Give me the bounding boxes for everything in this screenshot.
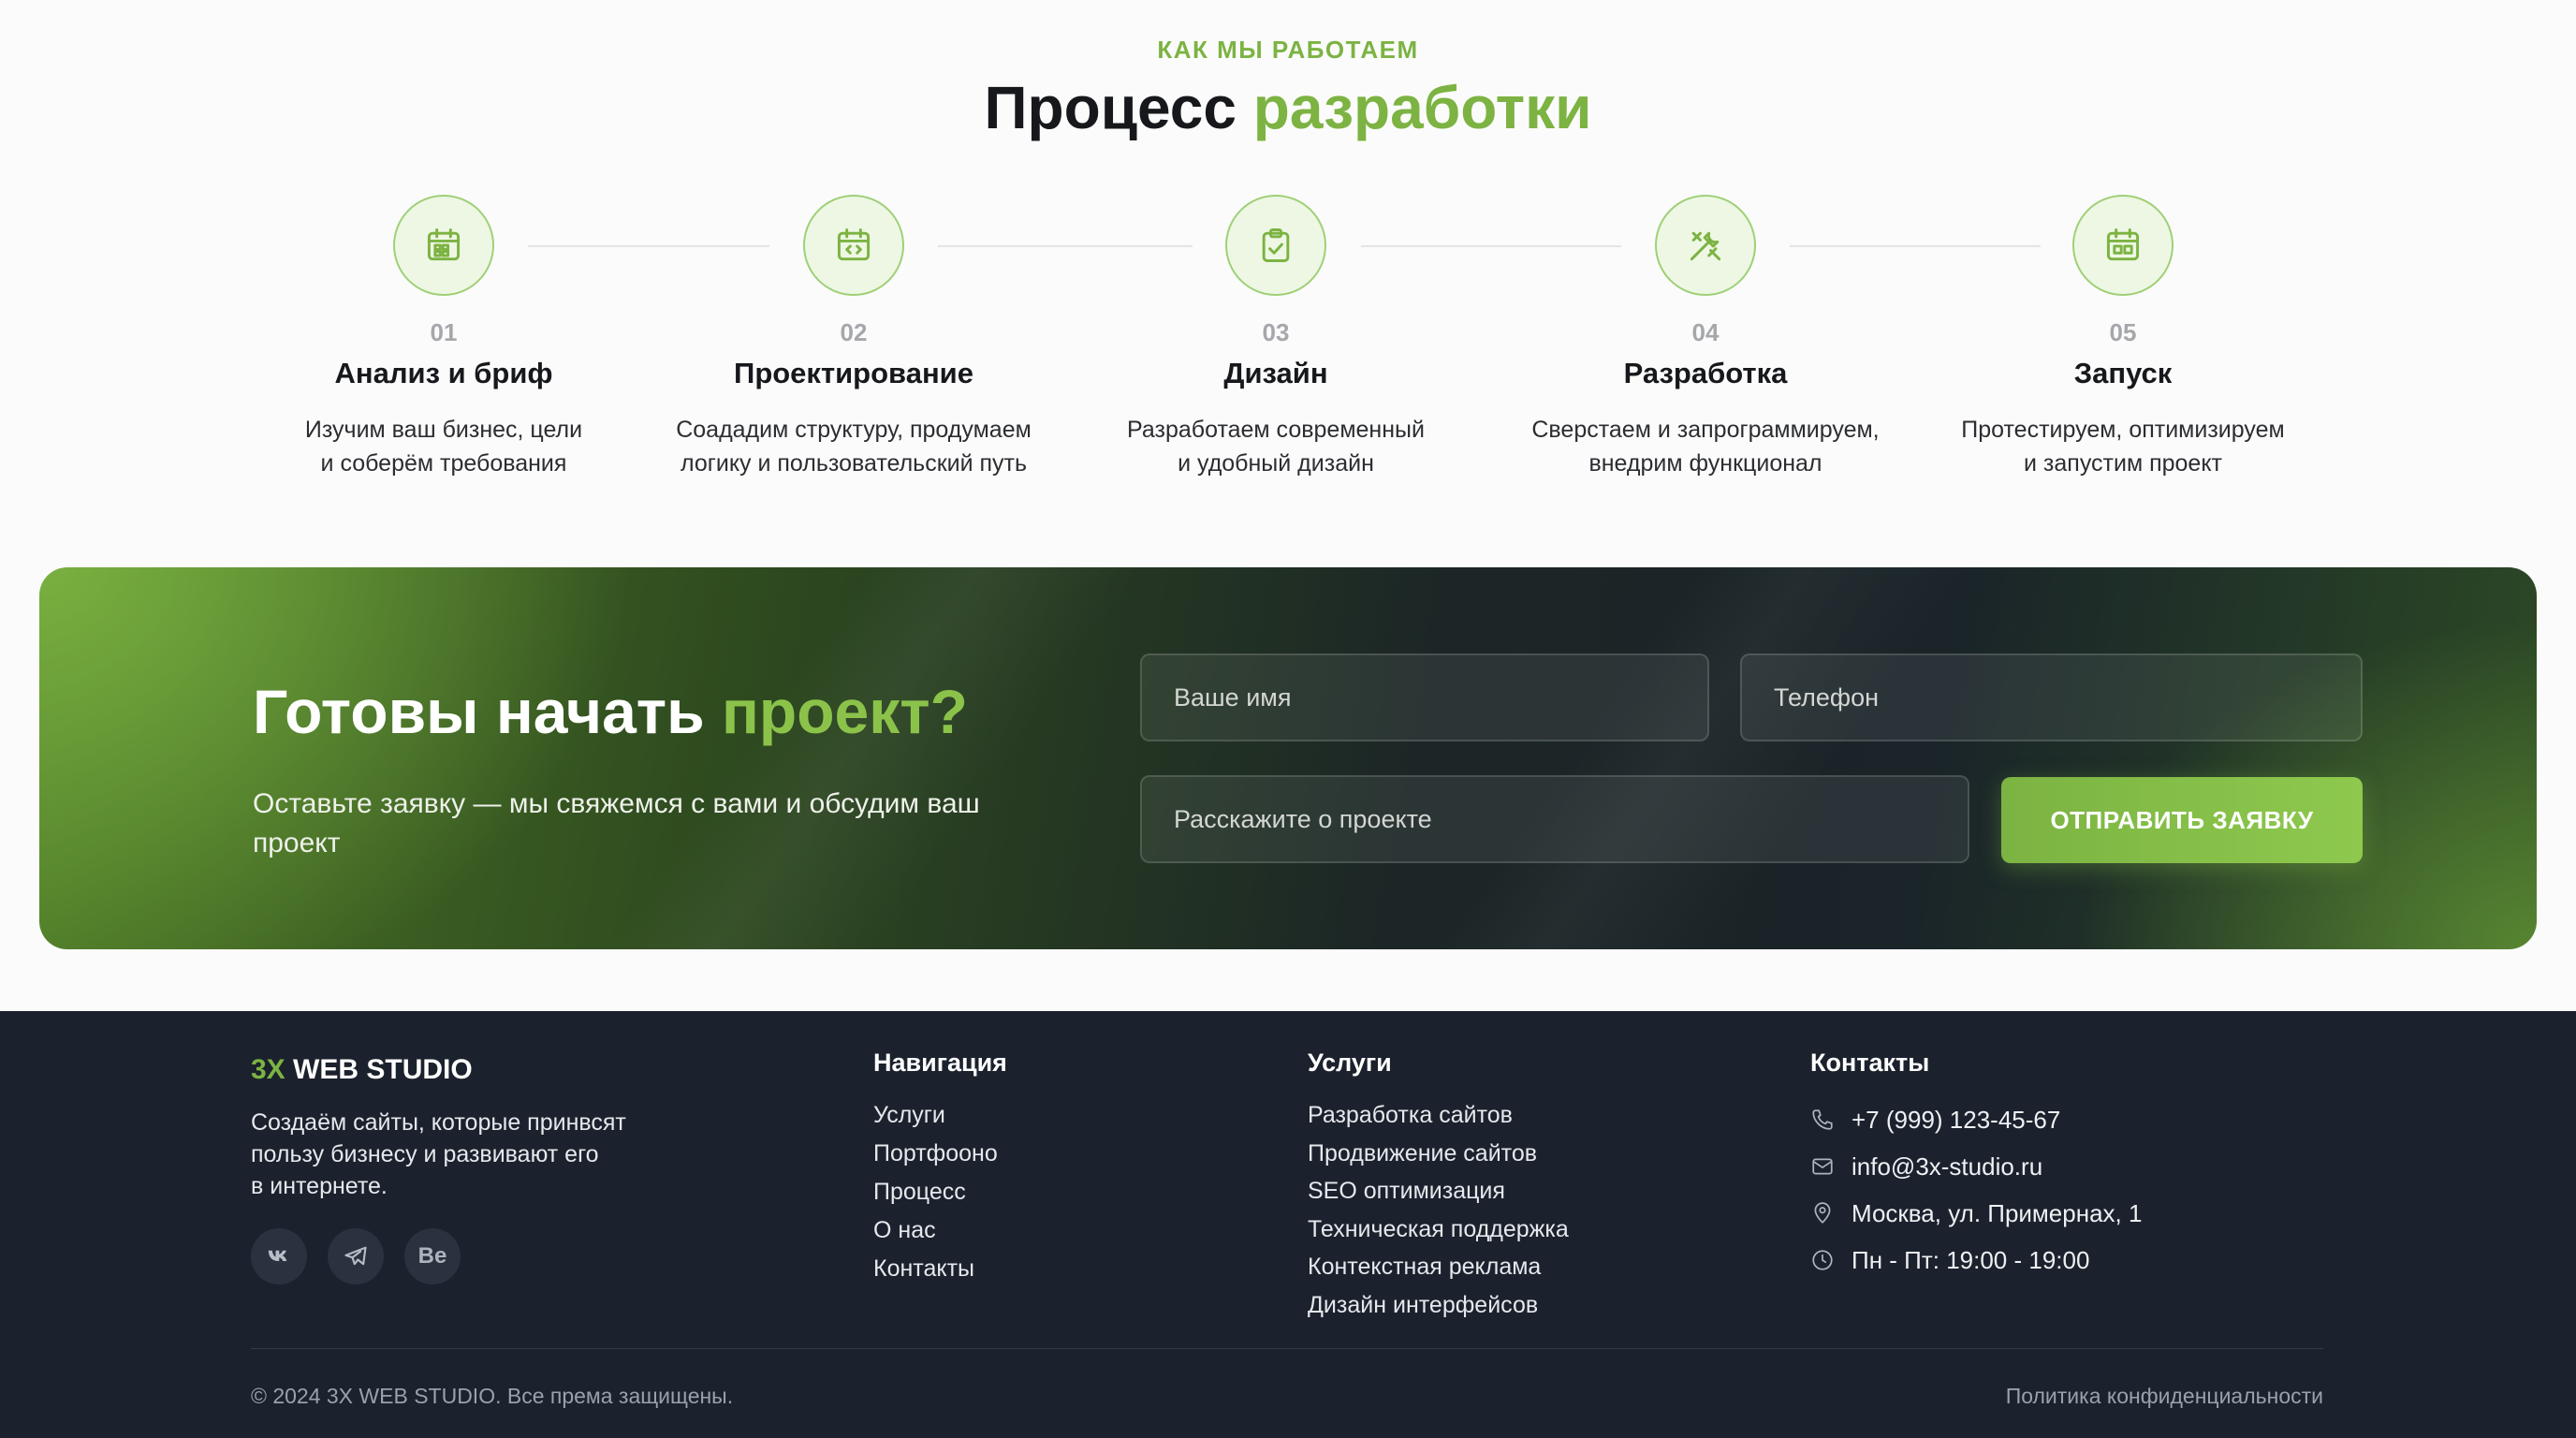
step-title: Разработка — [1623, 357, 1788, 389]
calendar-grid-icon — [427, 228, 461, 261]
cta-title: Готовы начать проект? — [253, 676, 968, 747]
logo-accent: 3X — [251, 1054, 285, 1085]
step-icon-circle — [1655, 195, 1756, 296]
contact-phone[interactable]: +7 (999) 123-45-67 — [1810, 1096, 2142, 1143]
footer-logo[interactable]: 3X WEB STUDIO — [251, 1054, 473, 1086]
footer-services-title: Услуги — [1308, 1049, 1392, 1077]
step-description: Сверстаем и запрограммируем, внедрим фун… — [1531, 417, 1880, 477]
phone-input[interactable]: Телефон — [1740, 653, 2363, 741]
behance-icon[interactable]: Be — [404, 1228, 461, 1284]
phone-placeholder: Телефон — [1774, 682, 1880, 712]
submit-button[interactable]: ОТПРАВИТЬ ЗАЯВКУ — [2001, 777, 2363, 863]
calendar-launch-icon — [2106, 228, 2140, 261]
mail-icon — [1812, 1158, 1833, 1175]
footer-nav-link[interactable]: О нас — [873, 1211, 1007, 1250]
name-placeholder: Ваше имя — [1174, 682, 1292, 712]
logo-text: WEB STUDIO — [293, 1054, 473, 1085]
step-icon-circle — [393, 195, 494, 296]
footer-contacts: Контакты +7 (999) 123-45-67 info@3x-stud… — [1810, 1049, 2142, 1284]
step-title: Запуск — [2073, 357, 2173, 389]
contact-hours: Пн - Пт: 19:00 - 19:00 — [1810, 1237, 2142, 1284]
contact-address: Москва, ул. Примернах, 1 — [1810, 1190, 2142, 1237]
address-text: Москва, ул. Примернах, 1 — [1852, 1198, 2143, 1227]
vk-icon[interactable] — [251, 1228, 307, 1284]
name-input[interactable]: Ваше имя — [1140, 653, 1709, 741]
footer-nav-link[interactable]: Процесс — [873, 1173, 1007, 1211]
step-icon-circle — [2072, 195, 2174, 296]
calendar-code-icon — [837, 228, 871, 261]
footer-contacts-title: Контакты — [1810, 1049, 1930, 1077]
cta-subtitle: Оставьте заявку — мы свяжемся с вами и о… — [253, 788, 980, 858]
telegram-icon[interactable] — [328, 1228, 384, 1284]
step-icon-circle — [803, 195, 904, 296]
footer-about: Создаём сайты, которые принвсят пользу б… — [251, 1109, 626, 1199]
heading-main: Процесс — [984, 74, 1237, 141]
behance-label: Be — [417, 1243, 447, 1269]
process-step-5: 05 Запуск Протестируем, оптимизируем и з… — [1917, 195, 2329, 480]
process-step-3: 03 Дизайн Разработаем современный и удоб… — [1070, 195, 1482, 480]
clock-icon — [1812, 1250, 1833, 1270]
step-title: Проектирование — [734, 357, 973, 389]
step-title: Анализ и бриф — [334, 357, 553, 389]
step-title: Дизайн — [1223, 357, 1328, 389]
process-step-2: 02 Проектирование Соададим структуру, пр… — [648, 195, 1060, 480]
banner-decoration — [39, 567, 2537, 949]
phone-text: +7 (999) 123-45-67 — [1852, 1105, 2061, 1134]
message-input[interactable]: Расскажите о проекте — [1140, 775, 1969, 863]
hours-text: Пн - Пт: 19:00 - 19:00 — [1852, 1245, 2090, 1274]
process-step-4: 04 Разработка Сверстаем и запрограммируе… — [1500, 195, 1911, 480]
step-number: 01 — [430, 318, 458, 346]
site-footer: 3X WEB STUDIO Создаём сайты, которые при… — [0, 1011, 2576, 1438]
message-placeholder: Расскажите о проекте — [1174, 804, 1432, 833]
step-description: Разработаем современный и удобный дизайн — [1127, 417, 1425, 477]
email-text: info@3x-studio.ru — [1852, 1152, 2043, 1181]
cta-banner: Готовы начать проект? Оставьте заявку — … — [39, 567, 2537, 949]
contact-email[interactable]: info@3x-studio.ru — [1810, 1143, 2142, 1190]
footer-divider — [251, 1348, 2323, 1349]
service-link[interactable]: Разработка сайтов — [1308, 1096, 1569, 1135]
cta-title-main: Готовы начать — [253, 677, 705, 746]
phone-icon — [1812, 1109, 1833, 1130]
heading-accent: разработки — [1252, 74, 1592, 141]
social-links: Be — [251, 1228, 461, 1284]
footer-nav-link[interactable]: Портфооно — [873, 1135, 1007, 1173]
privacy-policy-link[interactable]: Политика конфиденциальности — [2006, 1384, 2323, 1409]
footer-nav-link[interactable]: Контакты — [873, 1250, 1007, 1288]
section-heading: Процесс разработки — [0, 73, 2576, 142]
step-description: Изучим ваш бизнес, цели и соберём требов… — [304, 417, 583, 477]
service-link[interactable]: Дизайн интерфейсов — [1308, 1286, 1569, 1325]
service-link[interactable]: Контекстная реклама — [1308, 1248, 1569, 1286]
location-pin-icon — [1814, 1202, 1831, 1224]
process-step-1: 01 Анализ и бриф Изучим ваш бизнес, цели… — [238, 195, 650, 480]
tools-icon — [1690, 231, 1721, 261]
clipboard-check-icon — [1262, 228, 1290, 262]
step-description: Протестируем, оптимизируем и запустим пр… — [1961, 417, 2285, 477]
service-link[interactable]: Продвижение сайтов — [1308, 1135, 1569, 1173]
section-eyebrow: КАК МЫ РАБОТАЕМ — [1157, 36, 1419, 64]
service-link[interactable]: SEO оптимизация — [1308, 1172, 1569, 1211]
step-number: 04 — [1691, 318, 1720, 346]
footer-services: Услуги Разработка сайтов Продвижение сай… — [1308, 1049, 1569, 1325]
footer-nav-link[interactable]: Услуги — [873, 1096, 1007, 1135]
service-link[interactable]: Техническая поддержка — [1308, 1211, 1569, 1249]
cta-title-accent: проект? — [722, 677, 968, 746]
copyright-text: © 2024 3X WEB STUDIO. Все према защищены… — [251, 1384, 734, 1408]
step-number: 03 — [1262, 318, 1290, 346]
footer-nav: Навигация Услуги Портфооно Процесс О нас… — [873, 1049, 1007, 1288]
step-icon-circle — [1225, 195, 1326, 296]
step-description: Соададим структуру, продумаем логику и п… — [676, 417, 1032, 477]
step-number: 05 — [2109, 318, 2137, 346]
step-number: 02 — [840, 318, 868, 346]
footer-nav-title: Навигация — [873, 1049, 1007, 1077]
